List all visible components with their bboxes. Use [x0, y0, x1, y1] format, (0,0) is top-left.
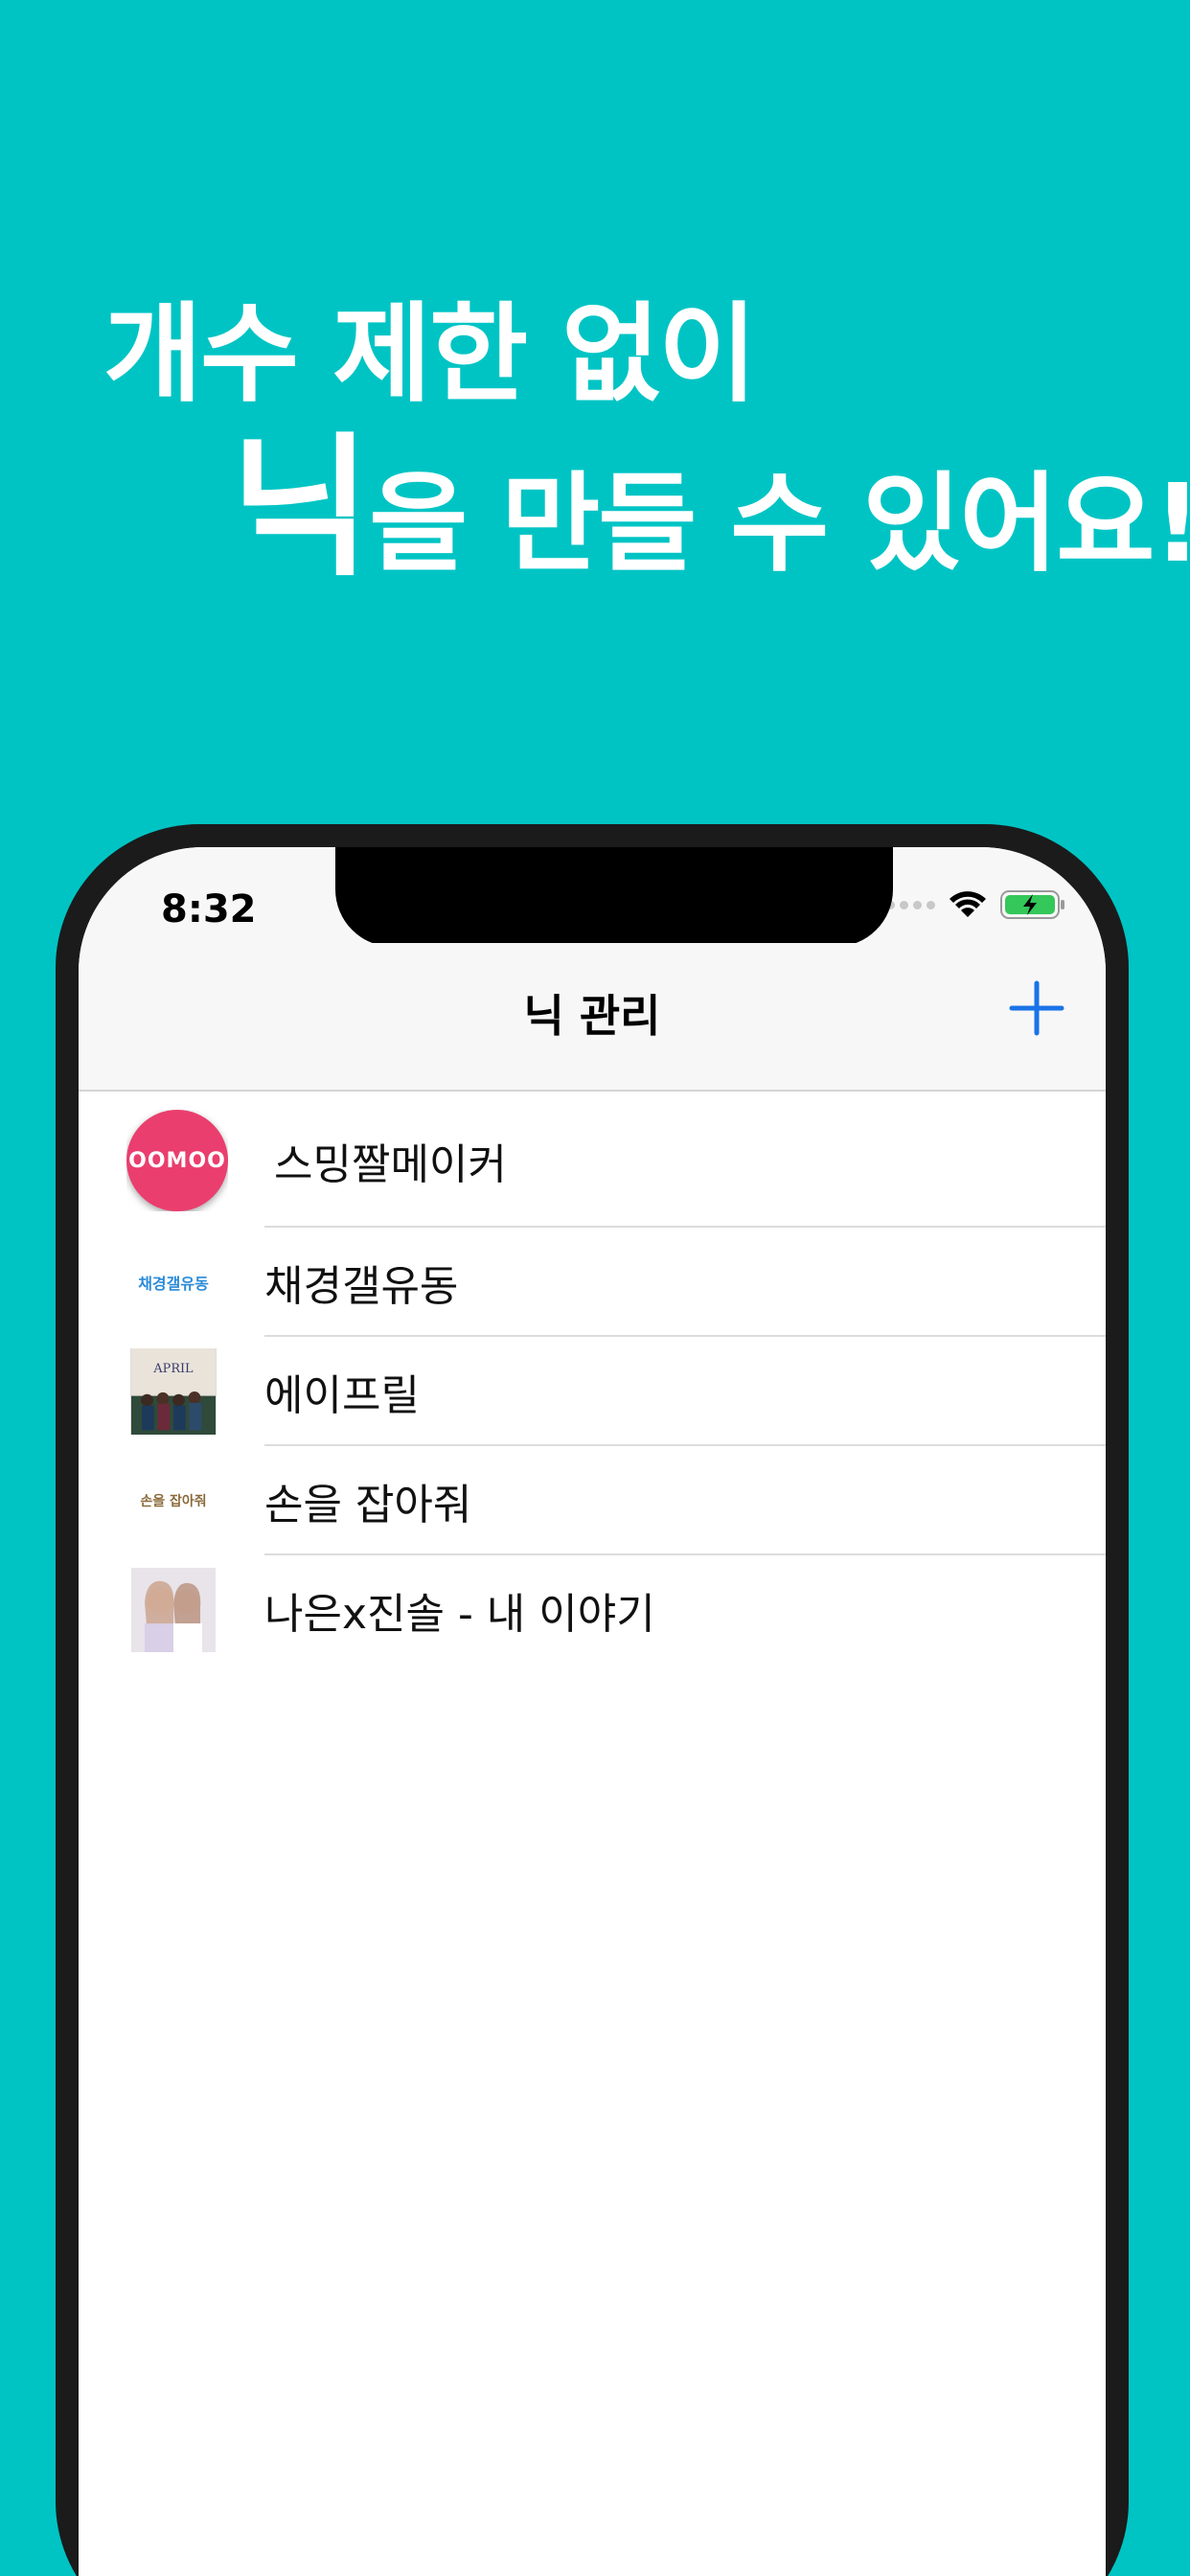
logo-icon: OOMOO	[126, 1110, 228, 1211]
list-item-label: 스밍짤메이커	[274, 1140, 507, 1189]
status-icons	[886, 889, 1065, 920]
headline-line-2: 닉을 만들 수 있어요!	[230, 431, 1190, 601]
list-item[interactable]: 나은x진솔 - 내 이야기	[79, 1555, 1106, 1665]
headline-emphasis: 닉	[230, 418, 371, 597]
list-item-label: 에이프릴	[264, 1371, 420, 1420]
thumbnail	[130, 1567, 217, 1653]
list-item-label: 채경갤유동	[264, 1262, 459, 1311]
album-cover-image: APRIL	[130, 1348, 217, 1435]
signal-icon	[886, 900, 935, 909]
thumbnail: APRIL	[130, 1348, 217, 1435]
thumbnail: 손을 잡아줘	[130, 1458, 217, 1544]
headline-line-1: 개수 제한 없이	[103, 292, 757, 417]
list-item[interactable]: OOMOO 스밍짤메이커	[79, 1093, 1106, 1228]
thumbnail: 채경갤유동	[130, 1239, 217, 1325]
list-item[interactable]: APRIL 에이프릴	[79, 1337, 1106, 1446]
photo-image	[131, 1568, 216, 1652]
battery-icon	[1000, 890, 1064, 919]
list-item[interactable]: 채경갤유동 채경갤유동	[79, 1228, 1106, 1337]
phone-screen: 8:32 닉 관리 OOMOO 스밍짤메이커 채경갤유동 채경갤유동 APRIL…	[79, 847, 1106, 2576]
thumbnail-text: 손을 잡아줘	[140, 1494, 207, 1509]
thumbnail: OOMOO	[126, 1110, 228, 1211]
list-item-label: 나은x진솔 - 내 이야기	[264, 1590, 655, 1639]
add-button[interactable]	[1008, 979, 1065, 1037]
notch	[335, 847, 893, 947]
thumbnail-text: APRIL	[152, 1362, 194, 1376]
nick-list: OOMOO 스밍짤메이커 채경갤유동 채경갤유동 APRIL 에이프릴 손을 잡…	[79, 1093, 1106, 1665]
list-item[interactable]: 손을 잡아줘 손을 잡아줘	[79, 1446, 1106, 1555]
status-time: 8:32	[161, 887, 257, 932]
page-title: 닉 관리	[523, 990, 661, 1042]
thumbnail-text: 채경갤유동	[138, 1275, 209, 1293]
list-item-label: 손을 잡아줘	[264, 1481, 472, 1530]
phone-frame: 8:32 닉 관리 OOMOO 스밍짤메이커 채경갤유동 채경갤유동 APRIL…	[56, 824, 1129, 2576]
headline-rest: 을 만들 수 있어요!	[369, 462, 1190, 586]
navigation-bar: 닉 관리	[79, 943, 1106, 1092]
wifi-icon	[950, 891, 986, 917]
